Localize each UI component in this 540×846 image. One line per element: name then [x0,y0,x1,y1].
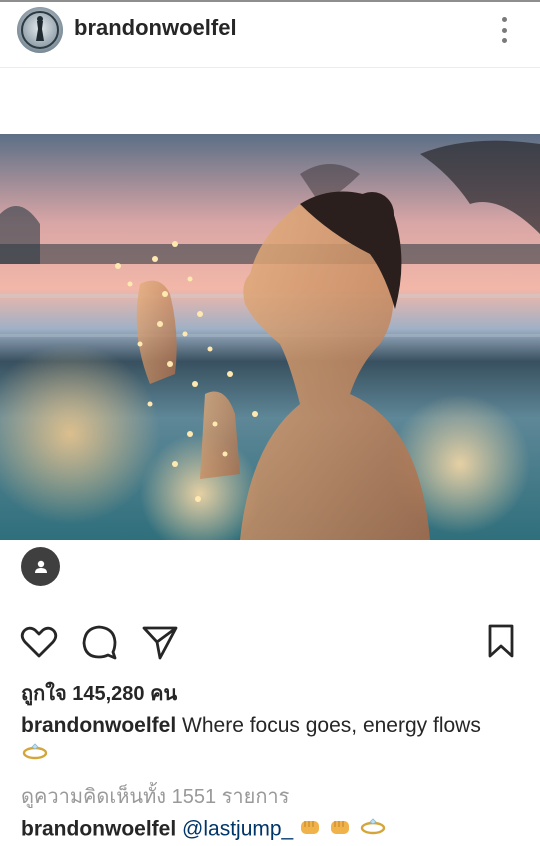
paper-plane-icon [142,626,178,660]
comment-bubble-icon [82,625,117,660]
fist-emoji-icon [299,817,323,843]
ring-emoji-icon [22,743,48,760]
heart-icon [20,626,58,658]
caption-emoji [21,741,526,767]
post-header: brandonwoelfel [0,2,540,66]
likes-count[interactable]: ถูกใจ 145,280 คน [21,677,177,709]
tagged-users-button[interactable] [21,547,60,586]
fist-emoji-icon [329,817,353,843]
ring-emoji-icon [359,817,387,843]
more-options-icon[interactable] [492,14,516,46]
person-icon [34,560,47,573]
comment-mention[interactable]: @lastjump_ [182,818,293,841]
caption-username[interactable]: brandonwoelfel [21,714,176,737]
like-button[interactable] [19,622,59,662]
avatar-image [17,7,63,53]
caption-text: Where focus goes, energy flows [182,714,481,737]
view-all-comments-link[interactable]: ดูความคิดเห็นทั้ง 1551 รายการ [21,780,289,812]
bookmark-icon [488,624,514,658]
post-username[interactable]: brandonwoelfel [74,15,237,41]
comment-username[interactable]: brandonwoelfel [21,818,176,841]
profile-avatar[interactable] [17,7,63,53]
comment-button[interactable] [80,622,120,662]
save-button[interactable] [484,622,524,662]
post-caption: brandonwoelfel Where focus goes, energy … [21,711,526,767]
post-photo[interactable] [0,134,540,540]
photo-image [0,134,540,540]
comment-row: brandonwoelfel @lastjump_ [21,817,387,843]
share-button[interactable] [140,622,180,662]
header-divider [0,67,540,68]
